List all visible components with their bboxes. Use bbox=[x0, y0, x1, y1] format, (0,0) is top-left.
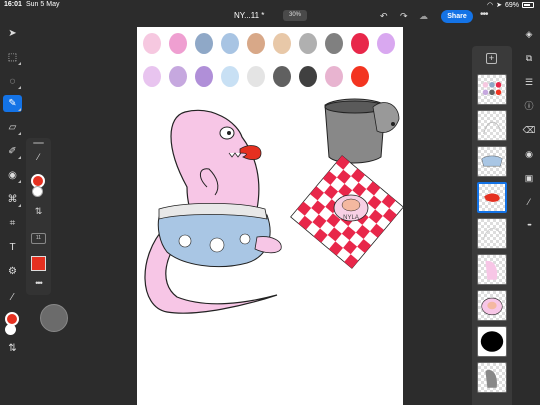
status-bar: 16:01 Sun 5 May ◠ ➤ 69% bbox=[0, 0, 540, 10]
eyedropper-tool-icon[interactable]: ⁄ bbox=[3, 289, 22, 306]
tongue bbox=[239, 145, 262, 161]
smudge-tool-icon[interactable]: ✐ bbox=[3, 143, 22, 160]
plate-layer[interactable] bbox=[477, 290, 507, 321]
shorts bbox=[157, 209, 271, 268]
layer-properties-icon[interactable]: ⧉ bbox=[521, 50, 537, 66]
left-toolbar: ➤ ⬚ ◌ ✎ ▱ ✐ ◉ ⌘ ⌗ T ⚙ ⁄ ⇅ bbox=[0, 22, 25, 405]
layers-icon[interactable]: ◈ bbox=[521, 26, 537, 42]
outline-layer[interactable] bbox=[477, 218, 507, 249]
eyedropper-icon[interactable]: ⁄ bbox=[26, 152, 51, 162]
brush-size-box[interactable]: 11 bbox=[31, 233, 46, 244]
swap-icon[interactable]: ⇅ bbox=[26, 206, 51, 217]
current-color-square[interactable] bbox=[31, 256, 46, 271]
cloud-icon[interactable]: ☁ bbox=[419, 11, 428, 21]
black-fill-layer[interactable] bbox=[477, 326, 507, 357]
clone-tool-icon[interactable]: ⌘ bbox=[3, 191, 22, 208]
app-root: 16:01 Sun 5 May ◠ ➤ 69% NY...11 * 30% ↶ … bbox=[0, 0, 540, 405]
lasso-tool-icon[interactable]: ◌ bbox=[3, 73, 22, 90]
palette-layer[interactable] bbox=[477, 74, 507, 105]
drawing-canvas[interactable]: NYLA bbox=[137, 27, 403, 405]
top-bar: NY...11 * 30% ↶ ↷ ☁ Share ••• bbox=[0, 10, 540, 26]
adjustments-icon[interactable]: ☰ bbox=[521, 74, 537, 90]
right-toolbar: ◈ ⧉ ☰ ⓘ ⌫ ◉ ▣ ⁄ ••• bbox=[518, 22, 540, 405]
swap-colors-icon[interactable]: ⇅ bbox=[3, 340, 22, 357]
share-button[interactable]: Share bbox=[441, 10, 473, 23]
brush-size-preview[interactable] bbox=[40, 304, 68, 332]
gray-layer[interactable] bbox=[477, 362, 507, 393]
adjust-tool-icon[interactable]: ⚙ bbox=[3, 263, 22, 280]
foot bbox=[254, 236, 282, 254]
add-layer-button[interactable]: + bbox=[486, 53, 497, 64]
wifi-icon: ◠ bbox=[487, 2, 494, 9]
fill-tool-icon[interactable]: ◉ bbox=[3, 167, 22, 184]
brush-settings-icon[interactable]: ⌫ bbox=[521, 122, 537, 138]
plate-text: NYLA bbox=[343, 215, 359, 221]
transform-tool-icon[interactable]: ⬚ bbox=[3, 49, 22, 66]
status-right: ◠ ➤ 69% bbox=[487, 1, 534, 9]
sub-more-icon[interactable]: ••• bbox=[26, 278, 51, 288]
mug-critter bbox=[372, 102, 400, 133]
artwork: NYLA bbox=[144, 98, 403, 314]
brush-tool-icon[interactable]: ✎ bbox=[3, 95, 22, 112]
sketch-layer[interactable] bbox=[477, 110, 507, 141]
undo-icon[interactable]: ↶ bbox=[380, 11, 388, 21]
effects-icon[interactable]: ⁄ bbox=[521, 194, 537, 210]
redo-icon[interactable]: ↷ bbox=[400, 11, 408, 21]
eraser-tool-icon[interactable]: ▱ bbox=[3, 119, 22, 136]
info-icon[interactable]: ⓘ bbox=[521, 98, 537, 114]
battery-icon bbox=[522, 2, 534, 8]
body-layer[interactable] bbox=[477, 254, 507, 285]
sub-background-swatch[interactable] bbox=[32, 186, 43, 197]
layers-panel: + bbox=[472, 46, 512, 405]
visibility-icon[interactable]: ◉ bbox=[521, 146, 537, 162]
more-icon[interactable]: ••• bbox=[521, 218, 537, 234]
select-tool-icon[interactable]: ➤ bbox=[3, 25, 22, 42]
foreground-color-swatch[interactable] bbox=[5, 312, 19, 326]
shorts-layer[interactable] bbox=[477, 146, 507, 177]
status-time: 16:01 bbox=[4, 1, 22, 8]
brush-sub-panel: ⁄ ⇅ 11 ••• bbox=[26, 138, 51, 295]
mask-icon[interactable]: ▣ bbox=[521, 170, 537, 186]
battery-percent: 69% bbox=[504, 1, 519, 9]
type-tool-icon[interactable]: T bbox=[3, 239, 22, 256]
status-date: Sun 5 May bbox=[26, 1, 60, 8]
document-title[interactable]: NY...11 * bbox=[234, 11, 264, 20]
location-icon: ➤ bbox=[496, 2, 502, 9]
more-menu-icon[interactable]: ••• bbox=[480, 10, 488, 20]
tongue-layer[interactable] bbox=[477, 182, 507, 213]
zoom-level[interactable]: 30% bbox=[283, 10, 307, 21]
crop-tool-icon[interactable]: ⌗ bbox=[3, 215, 22, 232]
panel-handle[interactable] bbox=[33, 142, 44, 144]
